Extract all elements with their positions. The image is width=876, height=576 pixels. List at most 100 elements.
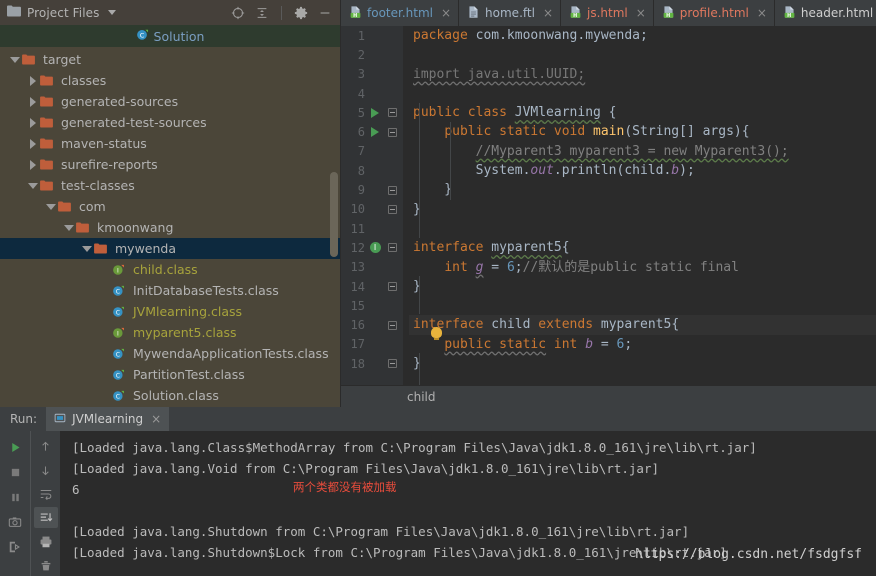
chevron-down-icon[interactable]	[107, 10, 116, 15]
close-icon[interactable]: ×	[441, 6, 451, 20]
tree-item-surefire-reports[interactable]: surefire-reports	[0, 154, 340, 175]
triangle-down-icon[interactable]	[26, 182, 40, 189]
code-line[interactable]: }	[409, 277, 876, 296]
tree-item-jvmlearning-class[interactable]: C JVMlearning.class	[0, 301, 340, 322]
triangle-right-icon[interactable]	[26, 117, 40, 128]
fold-toggle-icon[interactable]	[383, 185, 401, 195]
rerun-button[interactable]	[3, 436, 27, 458]
tree-item-initdatabasetests-class[interactable]: C InitDatabaseTests.class	[0, 280, 340, 301]
fold-toggle-icon[interactable]	[383, 127, 401, 137]
gutter-line[interactable]: 1	[341, 26, 403, 45]
code-line[interactable]: import java.util.UUID;	[409, 65, 876, 84]
gear-icon[interactable]	[292, 4, 310, 22]
gutter-line[interactable]: 8	[341, 161, 403, 180]
fold-toggle-icon[interactable]	[383, 204, 401, 214]
tree-item-myparent5-class[interactable]: Imyparent5.class	[0, 322, 340, 343]
triangle-right-icon[interactable]	[26, 75, 40, 86]
fold-toggle-icon[interactable]	[383, 108, 401, 118]
tree-item-target[interactable]: target	[0, 49, 340, 70]
tree-item-classes[interactable]: classes	[0, 70, 340, 91]
project-tree[interactable]: target classes generated-sources generated-…	[0, 47, 340, 407]
gutter-line[interactable]: 15	[341, 296, 403, 315]
gutter-line[interactable]: 12 I	[341, 238, 403, 257]
code-line[interactable]: interface child extends myparent5{	[409, 315, 876, 335]
fold-toggle-icon[interactable]	[383, 320, 401, 330]
minimize-icon[interactable]	[316, 4, 334, 22]
print-button[interactable]	[34, 531, 58, 552]
code-line[interactable]: }	[409, 180, 876, 199]
tree-item-kmoonwang[interactable]: kmoonwang	[0, 217, 340, 238]
code-line[interactable]: int g = 6;//默认的是public static final	[409, 258, 876, 277]
gutter-line[interactable]: 17	[341, 335, 403, 354]
tree-item-mywendaapplicationtests-class[interactable]: C MywendaApplicationTests.class	[0, 343, 340, 364]
close-icon[interactable]: ×	[151, 412, 161, 426]
close-icon[interactable]: ×	[543, 6, 553, 20]
code-line[interactable]	[409, 296, 876, 315]
code-line[interactable]: public static void main(String[] args){	[409, 122, 876, 141]
editor-tabbar[interactable]: Hfooter.html × home.ftl × Hjs.html × Hprofile.…	[341, 0, 876, 26]
gutter-line[interactable]: 14	[341, 277, 403, 296]
gutter-line[interactable]: 4	[341, 84, 403, 103]
code-line[interactable]: public static int b = 6;	[409, 335, 876, 354]
gutter-line[interactable]: 7	[341, 142, 403, 161]
gutter-line[interactable]: 13	[341, 258, 403, 277]
triangle-right-icon[interactable]	[26, 138, 40, 149]
tree-item-child-class[interactable]: Ichild.class	[0, 259, 340, 280]
tree-item-com[interactable]: com	[0, 196, 340, 217]
tree-item-mywenda[interactable]: mywenda	[0, 238, 340, 259]
run-tab-jvmlearning[interactable]: JVMlearning ×	[46, 407, 170, 431]
run-gutter-icon[interactable]	[367, 107, 383, 118]
tree-item-maven-status[interactable]: maven-status	[0, 133, 340, 154]
triangle-down-icon[interactable]	[8, 56, 22, 63]
export-button[interactable]	[3, 536, 27, 558]
editor-tab-js-html[interactable]: Hjs.html ×	[561, 0, 654, 26]
triangle-right-icon[interactable]	[26, 159, 40, 170]
gutter-line[interactable]: 3	[341, 65, 403, 84]
code-line[interactable]	[409, 84, 876, 103]
code-line[interactable]	[409, 219, 876, 238]
fold-toggle-icon[interactable]	[383, 359, 401, 369]
triangle-right-icon[interactable]	[26, 96, 40, 107]
tree-item-test-classes[interactable]: test-classes	[0, 175, 340, 196]
run-gutter-icon[interactable]	[367, 127, 383, 138]
tree-item-partitiontest-class[interactable]: C PartitionTest.class	[0, 364, 340, 385]
tree-item-generated-test-sources[interactable]: generated-test-sources	[0, 112, 340, 133]
gutter-line[interactable]: 2	[341, 45, 403, 64]
code-line[interactable]: interface myparent5{	[409, 238, 876, 257]
code-line[interactable]: }	[409, 354, 876, 373]
breadcrumb[interactable]: child	[341, 385, 876, 407]
editor-tab-home-ftl[interactable]: home.ftl ×	[459, 0, 561, 26]
stop-button[interactable]	[3, 461, 27, 483]
editor-tab-header-html[interactable]: Hheader.html×	[774, 0, 876, 26]
triangle-down-icon[interactable]	[80, 245, 94, 252]
triangle-down-icon[interactable]	[44, 203, 58, 210]
code-line[interactable]: System.out.println(child.b);	[409, 161, 876, 180]
editor-gutter[interactable]: 1 2 3 4 5 6 7 8 9 10 11 12 I 13 14 15 16 17 18	[341, 26, 403, 385]
gutter-line[interactable]: 10	[341, 200, 403, 219]
fold-toggle-icon[interactable]	[383, 282, 401, 291]
fold-toggle-icon[interactable]	[383, 243, 401, 253]
scroll-to-end-button[interactable]	[33, 507, 58, 529]
code-line[interactable]	[409, 45, 876, 64]
code-viewport[interactable]: 1 2 3 4 5 6 7 8 9 10 11 12 I 13 14 15 16 17 18 package com…	[341, 26, 876, 385]
collapse-all-icon[interactable]	[253, 4, 271, 22]
console-output[interactable]: [Loaded java.lang.Class$MethodArray from…	[60, 431, 876, 576]
code-line[interactable]: //Myparent3 myparent3 = new Myparent3();	[409, 142, 876, 161]
scroll-down-button[interactable]	[34, 460, 58, 481]
tree-item-generated-sources[interactable]: generated-sources	[0, 91, 340, 112]
soft-wrap-button[interactable]	[34, 484, 58, 505]
code-line[interactable]: }	[409, 200, 876, 219]
code-content[interactable]: package com.kmoonwang.mywenda; import jav…	[403, 26, 876, 385]
code-line[interactable]: package com.kmoonwang.mywenda;	[409, 26, 876, 45]
code-line[interactable]: public class JVMlearning {	[409, 103, 876, 122]
triangle-down-icon[interactable]	[62, 224, 76, 231]
editor-tab-footer-html[interactable]: Hfooter.html ×	[341, 0, 460, 26]
tree-item-solution-class[interactable]: C Solution.class	[0, 385, 340, 406]
project-tree-scrollbar[interactable]	[330, 172, 338, 257]
locate-icon[interactable]	[229, 4, 247, 22]
gutter-line[interactable]: 5	[341, 103, 403, 122]
scroll-up-button[interactable]	[34, 436, 58, 457]
screenshot-button[interactable]	[3, 511, 27, 533]
gutter-line[interactable]: 11	[341, 219, 403, 238]
pause-button[interactable]	[3, 486, 27, 508]
